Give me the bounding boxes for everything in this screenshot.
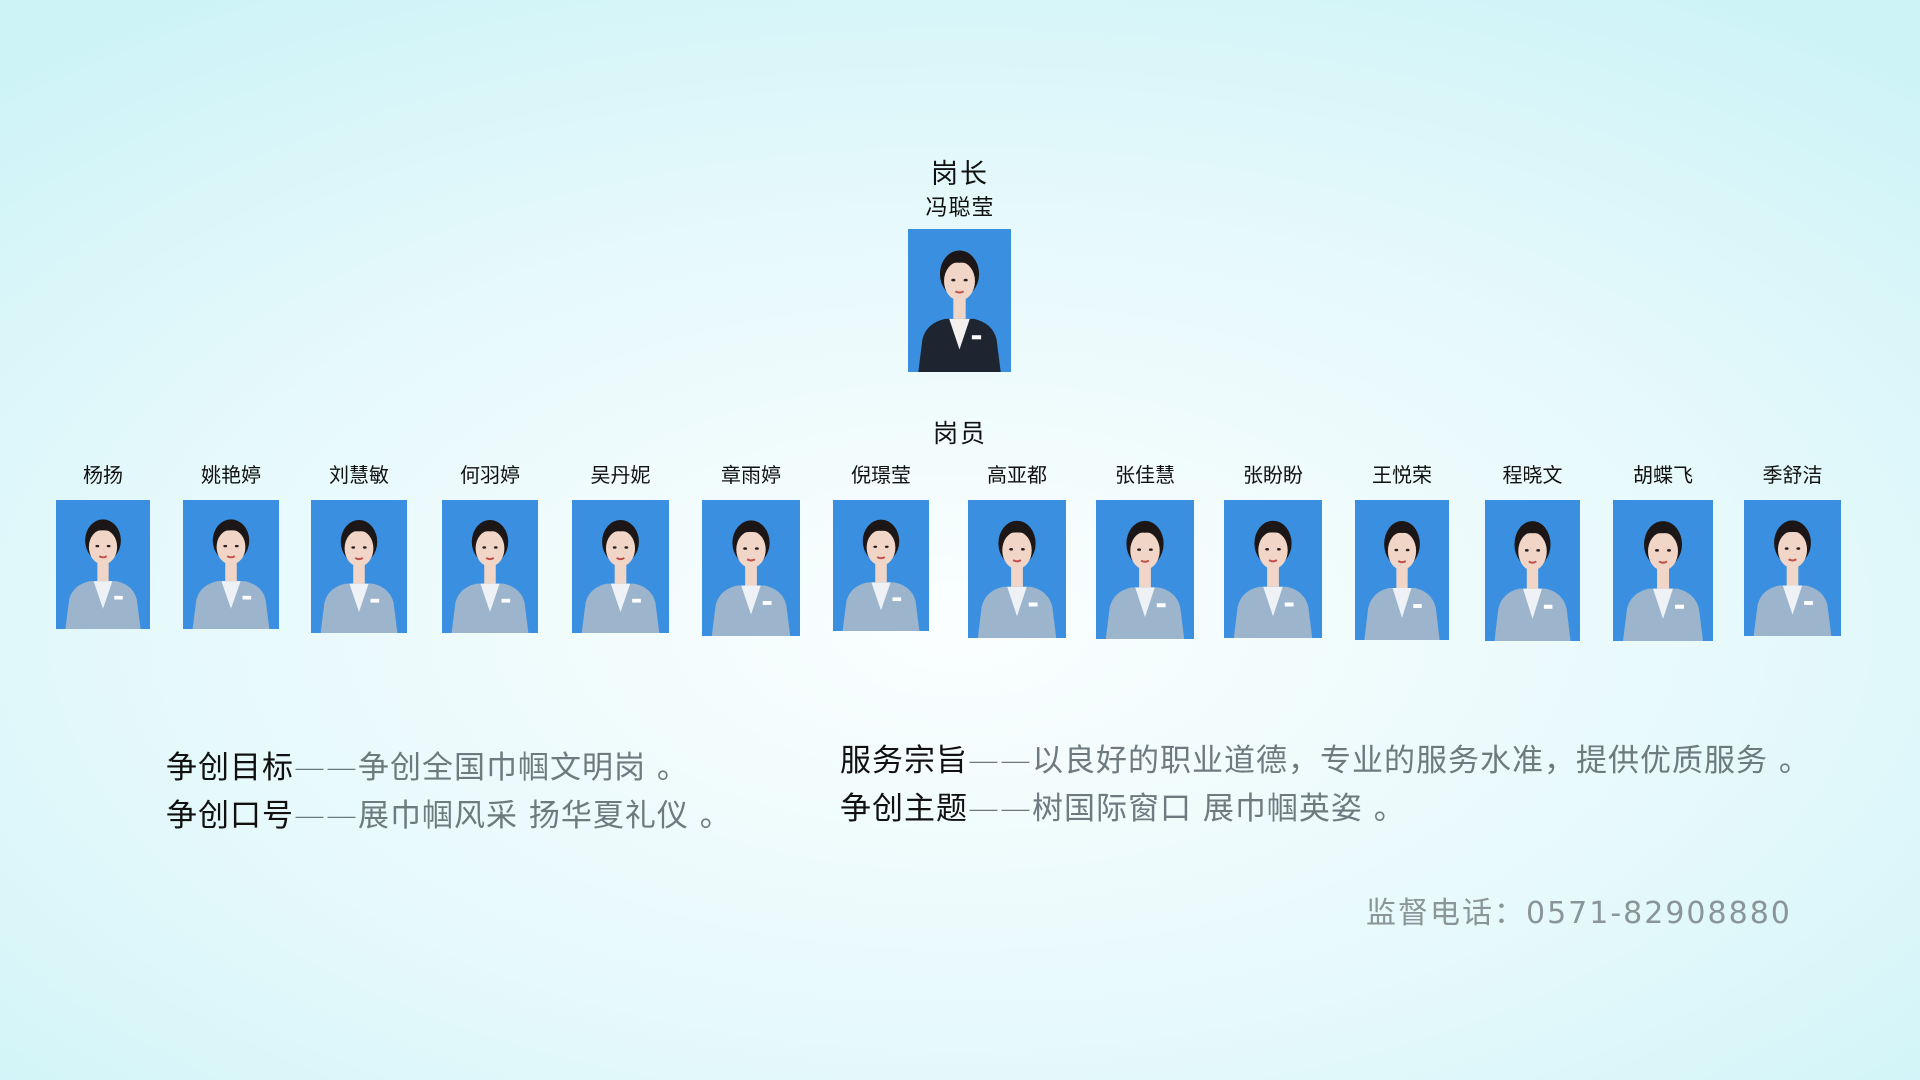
staff-photo xyxy=(702,500,800,636)
staff-photo xyxy=(572,500,669,633)
staff-photo xyxy=(1096,500,1194,639)
staff-photo xyxy=(1224,500,1322,638)
slogan-text: ——展巾帼风采 扬华夏礼仪 。 xyxy=(294,798,732,834)
staff-member-name: 吴丹妮 xyxy=(590,463,651,487)
staff-member: 姚艳婷 xyxy=(183,461,279,629)
leader-name: 冯聪莹 xyxy=(925,196,995,221)
staff-member: 刘慧敏 xyxy=(311,461,407,633)
leader-photo xyxy=(908,229,1011,372)
slogan-text: ——树国际窗口 展巾帼英姿 。 xyxy=(968,791,1406,827)
slogan-text: ——以良好的职业道德，专业的服务水准，提供优质服务 。 xyxy=(968,743,1811,779)
supervision-hotline: 监督电话：0571-82908880 xyxy=(1366,896,1792,931)
slogan-line: 争创口号——展巾帼风采 扬华夏礼仪 。 xyxy=(166,792,732,840)
slogan-line: 争创主题——树国际窗口 展巾帼英姿 。 xyxy=(840,785,1811,833)
staff-photo xyxy=(1485,500,1580,641)
slogan-line: 服务宗旨——以良好的职业道德，专业的服务水准，提供优质服务 。 xyxy=(840,737,1811,785)
slogans-right: 服务宗旨——以良好的职业道德，专业的服务水准，提供优质服务 。 争创主题——树国… xyxy=(840,737,1811,833)
staff-member: 季舒洁 xyxy=(1744,461,1841,636)
staff-photo xyxy=(183,500,279,629)
slogan-label: 服务宗旨 xyxy=(840,743,968,779)
staff-member-name: 杨扬 xyxy=(83,463,123,487)
staff-member: 王悦荣 xyxy=(1355,461,1449,640)
slogan-text: ——争创全国巾帼文明岗 。 xyxy=(294,750,689,786)
staff-member: 吴丹妮 xyxy=(572,461,669,633)
leader-title: 岗长 xyxy=(931,159,989,190)
staff-photo xyxy=(1744,500,1841,636)
staff-photo xyxy=(311,500,407,633)
staff-member-name: 何羽婷 xyxy=(460,463,520,487)
staff-member: 胡蝶飞 xyxy=(1613,461,1713,641)
staff-member: 何羽婷 xyxy=(442,461,538,633)
staff-title: 岗员 xyxy=(932,419,987,448)
staff-member-name: 程晓文 xyxy=(1502,463,1563,487)
staff-photo xyxy=(968,500,1066,638)
slogan-label: 争创目标 xyxy=(166,750,294,786)
staff-photo xyxy=(1613,500,1713,641)
staff-photo xyxy=(1355,500,1449,640)
staff-member-name: 姚艳婷 xyxy=(201,463,261,487)
staff-member-name: 倪璟莹 xyxy=(851,463,911,487)
slogan-label: 争创主题 xyxy=(840,791,968,827)
staff-member: 倪璟莹 xyxy=(833,461,929,631)
staff-member-name: 王悦荣 xyxy=(1372,463,1432,487)
slogan-line: 争创目标——争创全国巾帼文明岗 。 xyxy=(166,744,732,792)
staff-member: 高亚都 xyxy=(968,461,1066,638)
slogan-label: 争创口号 xyxy=(166,798,294,834)
staff-member: 程晓文 xyxy=(1485,461,1580,641)
staff-member: 杨扬 xyxy=(56,461,150,629)
staff-member: 张佳慧 xyxy=(1096,461,1194,639)
staff-member-name: 张盼盼 xyxy=(1243,463,1303,487)
staff-member-name: 张佳慧 xyxy=(1115,463,1175,487)
staff-member-name: 胡蝶飞 xyxy=(1633,463,1693,487)
staff-photo xyxy=(833,500,929,631)
staff-member: 章雨婷 xyxy=(702,461,800,636)
staff-member-name: 季舒洁 xyxy=(1762,463,1823,487)
staff-member-name: 高亚都 xyxy=(987,463,1047,487)
staff-member-name: 章雨婷 xyxy=(721,463,781,487)
staff-member: 张盼盼 xyxy=(1224,461,1322,638)
staff-member-name: 刘慧敏 xyxy=(329,463,389,487)
staff-photo xyxy=(56,500,150,629)
slogans-left: 争创目标——争创全国巾帼文明岗 。 争创口号——展巾帼风采 扬华夏礼仪 。 xyxy=(166,744,732,840)
staff-photo xyxy=(442,500,538,633)
